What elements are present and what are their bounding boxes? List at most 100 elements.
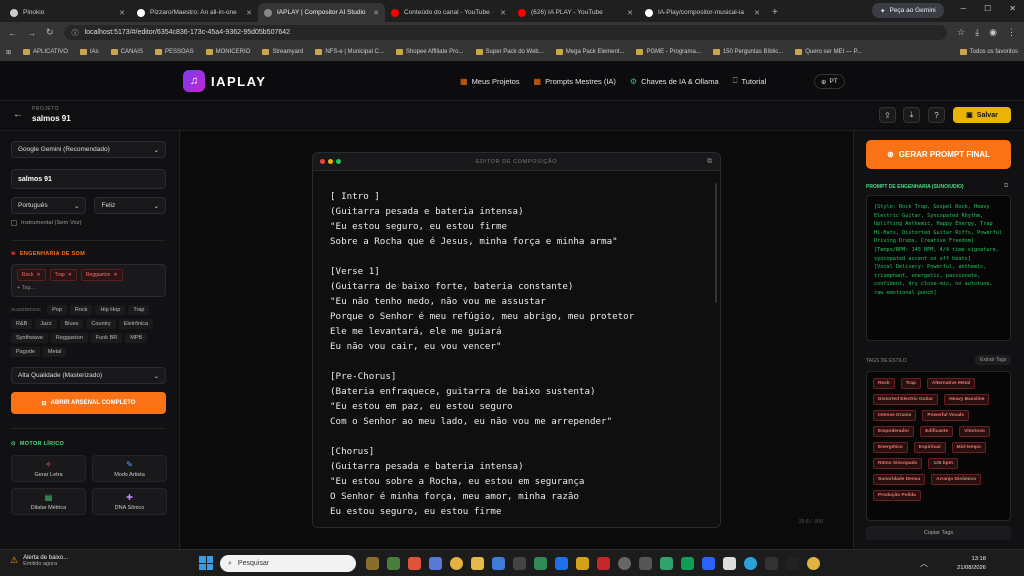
tab-close-icon[interactable]: ✕	[373, 9, 379, 17]
copy-icon[interactable]: ⧉	[707, 158, 712, 166]
style-tag[interactable]: Intense Drums	[873, 410, 917, 421]
style-tag[interactable]: Heavy Bassline	[944, 394, 990, 405]
selected-tag-chip[interactable]: Trap ✕	[49, 269, 77, 281]
suggestion-chip[interactable]: Reggaeton	[50, 333, 88, 343]
selected-tag-chip[interactable]: Rock ✕	[17, 269, 46, 281]
lyric-tool-card[interactable]: ▤ Dilatar Métrica	[11, 488, 86, 515]
lyric-tool-card[interactable]: ✚ DNA Sônico	[92, 488, 167, 515]
bookmark-item[interactable]: MONICERIO	[205, 49, 250, 55]
back-arrow-icon[interactable]: ←	[13, 109, 23, 120]
open-arsenal-button[interactable]: ⊟ ABRIR ARSENAL COMPLETO	[11, 392, 166, 414]
menu-icon[interactable]: ⋮	[1007, 27, 1016, 38]
app-icon[interactable]	[492, 557, 505, 570]
style-tag[interactable]: Energético	[873, 442, 908, 453]
forward-icon[interactable]: →	[27, 28, 36, 38]
mood-select[interactable]: Feliz ⌄	[94, 197, 166, 214]
download-icon[interactable]: ⤓	[975, 27, 979, 38]
suggestion-chip[interactable]: Synthwave	[11, 333, 48, 343]
copy-tags-button[interactable]: Copiar Tags	[866, 526, 1011, 540]
style-tag[interactable]: Trap	[900, 378, 921, 389]
site-info-icon[interactable]: ⓘ	[72, 28, 79, 38]
music-logo-icon[interactable]: ♫	[183, 70, 205, 92]
new-tab-button[interactable]: +	[772, 7, 778, 18]
app-icon[interactable]	[555, 557, 568, 570]
browser-tab[interactable]: Conteúdo do canal - YouTube ✕	[385, 3, 512, 22]
style-tag[interactable]: Alternative Metal	[926, 378, 976, 389]
extract-tags-button[interactable]: Extrair Tags	[975, 355, 1012, 365]
title-input[interactable]: salmos 91	[11, 169, 166, 189]
back-icon[interactable]: ←	[8, 28, 17, 38]
suggestion-chip[interactable]: Eletrônica	[118, 319, 154, 329]
gemini-button[interactable]: ✦ Peça ao Gemini	[872, 3, 944, 18]
bookmark-item[interactable]: APLICATIVO	[23, 49, 68, 55]
app-icon[interactable]	[618, 557, 631, 570]
nav-item[interactable]: ⚙ Chaves de IA & Ollama	[630, 76, 719, 86]
copy-prompt-icon[interactable]: ⧉	[1004, 183, 1008, 190]
lyrics-textarea[interactable]: [ Intro ] (Guitarra pesada e bateria int…	[330, 189, 710, 519]
lyric-tool-card[interactable]: ✧ Gerar Letra	[11, 455, 86, 482]
style-tag[interactable]: Arranjo Dinâmico	[931, 474, 982, 485]
suggestion-chip[interactable]: Jazz	[35, 319, 57, 329]
suggestion-chip[interactable]: Pop	[47, 305, 67, 315]
suggestion-chip[interactable]: MPB	[125, 333, 148, 343]
suggestion-chip[interactable]: Country	[86, 319, 116, 329]
tab-close-icon[interactable]: ✕	[627, 9, 633, 17]
remove-tag-icon[interactable]: ✕	[68, 272, 72, 278]
tab-close-icon[interactable]: ✕	[500, 9, 506, 17]
save-button[interactable]: ▣ Salvar	[953, 107, 1011, 123]
app-icon[interactable]	[702, 557, 715, 570]
windows-start-icon[interactable]	[199, 556, 213, 570]
nav-item[interactable]: ▦ Prompts Mestres (IA)	[534, 76, 616, 86]
app-icon[interactable]	[723, 557, 736, 570]
browser-tab[interactable]: Pinokio ✕	[4, 3, 131, 22]
style-tag[interactable]: Distorted Electric Guitar	[873, 394, 939, 405]
bookmark-item[interactable]: Super Pack do Web...	[475, 49, 544, 55]
maximize-icon[interactable]: ☐	[984, 4, 991, 13]
app-icon[interactable]	[639, 557, 652, 570]
style-tag[interactable]: 135 bpm	[928, 458, 958, 469]
chevron-up-icon[interactable]: ︿	[920, 558, 928, 569]
minimize-icon[interactable]: ─	[960, 4, 966, 13]
bookmark-item[interactable]: IAs	[79, 49, 99, 55]
quality-select[interactable]: Alta Qualidade (Masterizado) ⌄	[11, 367, 166, 384]
browser-tab[interactable]: IA-Play/compositor-musical-ia ✕	[639, 3, 766, 22]
lyric-tool-card[interactable]: ✎ Modo Artista	[92, 455, 167, 482]
bookmark-item[interactable]: PGME - Programa...	[636, 49, 701, 55]
bookmark-item[interactable]: 150 Perguntas Bíblic...	[712, 49, 783, 55]
telegram-icon[interactable]	[744, 557, 757, 570]
bookmark-item[interactable]: CANAIS	[110, 49, 143, 55]
style-tag[interactable]: Produção Polida	[873, 490, 921, 501]
chrome-icon[interactable]	[450, 557, 463, 570]
bookmark-star-icon[interactable]: ☆	[957, 27, 965, 38]
app-icon[interactable]	[597, 557, 610, 570]
nav-item[interactable]: ▦ Meus Projetos	[460, 76, 520, 86]
add-tag-input[interactable]: + Tag...	[17, 285, 160, 291]
url-field[interactable]: ⓘ localhost:5173/#/editor/6354c836-173c-…	[63, 25, 948, 40]
app-icon[interactable]	[366, 557, 379, 570]
style-tag[interactable]: Mid-tempo	[951, 442, 986, 453]
language-select[interactable]: Português ⌄	[11, 197, 87, 214]
suggestion-chip[interactable]: R&B	[11, 319, 33, 329]
style-tag[interactable]: Vitorioso	[959, 426, 990, 437]
app-icon[interactable]	[681, 557, 694, 570]
suggestion-chip[interactable]: Trap	[128, 305, 150, 315]
close-window-icon[interactable]: ✕	[1009, 4, 1016, 13]
help-button[interactable]: ?	[928, 107, 945, 123]
browser-tab[interactable]: IAPLAY | Compositor AI Studio ✕	[258, 3, 385, 22]
style-tag[interactable]: Ritmo Sincopado	[873, 458, 923, 469]
tag-input-box[interactable]: Rock ✕ Trap ✕ Reggaeton ✕ + Tag...	[11, 264, 166, 297]
all-bookmarks[interactable]: Todos os favoritos	[959, 49, 1018, 55]
bookmark-item[interactable]: Mega Pack Element...	[555, 49, 624, 55]
app-icon[interactable]	[576, 557, 589, 570]
tab-close-icon[interactable]: ✕	[246, 9, 252, 17]
app-icon[interactable]	[786, 557, 799, 570]
model-select[interactable]: Google Gemini (Recomendado) ⌄	[11, 141, 166, 158]
weather-alert[interactable]: ⚠ Alerta de baixo... Emitido agora	[10, 555, 68, 567]
instrumental-checkbox[interactable]	[11, 220, 17, 226]
suggestion-chip[interactable]: Blues	[59, 319, 84, 329]
style-tag[interactable]: Sonoridade Densa	[873, 474, 926, 485]
suggestion-chip[interactable]: Metal	[42, 347, 67, 357]
browser-tab[interactable]: (626) IA PLAY - YouTube ✕	[512, 3, 639, 22]
style-tag[interactable]: Empoderador	[873, 426, 915, 437]
app-icon[interactable]	[765, 557, 778, 570]
